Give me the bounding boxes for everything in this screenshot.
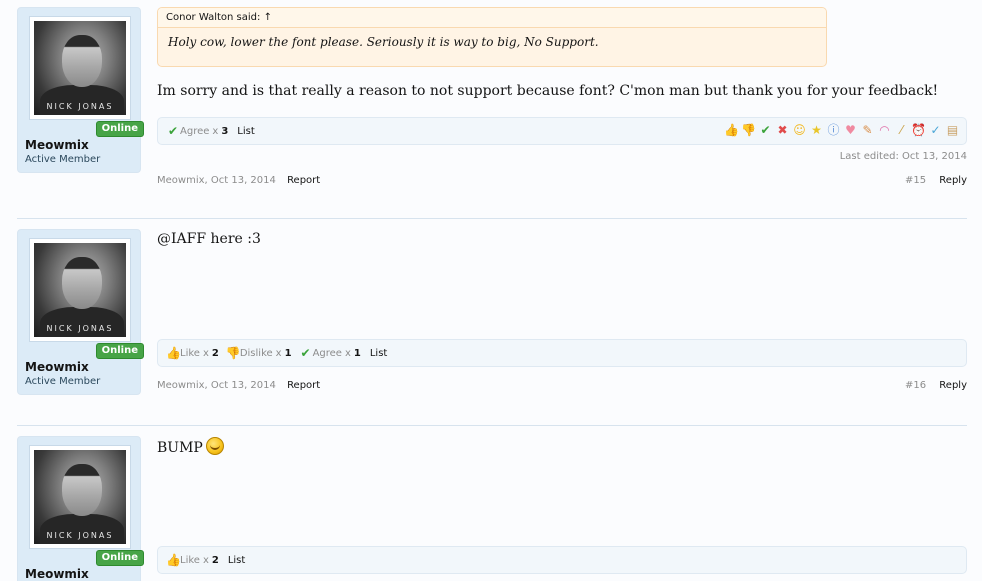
ratings-bar: 👍 Like x 2 List xyxy=(157,546,967,574)
disagree-icon[interactable]: ✖ xyxy=(775,123,790,138)
online-badge: Online xyxy=(95,121,144,137)
author-link[interactable]: Meowmix xyxy=(157,175,205,186)
like-icon[interactable]: 👍 xyxy=(724,123,739,138)
agree-icon: ✔ xyxy=(300,346,311,360)
rating-like: 👍 Like x 2 xyxy=(166,553,219,567)
post-divider xyxy=(17,425,967,426)
quote-attribution[interactable]: Conor Walton said: ↑ xyxy=(158,8,826,28)
rating-agree: ✔ Agree x 1 xyxy=(300,346,361,360)
ratings-list-link[interactable]: List xyxy=(228,555,245,566)
online-badge: Online xyxy=(95,550,144,566)
report-link[interactable]: Report xyxy=(287,380,320,391)
avatar-caption: NICK JONAS xyxy=(46,531,114,540)
post-number-link[interactable]: #15 xyxy=(905,175,926,186)
avatar[interactable]: NICK JONAS xyxy=(29,16,131,120)
like-icon: 👍 xyxy=(166,346,181,360)
ratings-bar: ✔ Agree x 3 List 👍 👎 ✔ ✖ ☺ ★ ⓘ ♥ ✎ ◠ ⁄ ⏰… xyxy=(157,117,967,145)
avatar-caption: NICK JONAS xyxy=(46,324,114,333)
spelling-icon[interactable]: ✓ xyxy=(928,123,943,138)
ratings-bar: 👍 Like x 2 👎 Dislike x 1 ✔ Agree x 1 Lis… xyxy=(157,339,967,367)
friendly-icon[interactable]: ♥ xyxy=(843,123,858,138)
rating-dislike: 👎 Dislike x 1 xyxy=(225,346,292,360)
online-badge: Online xyxy=(95,343,144,359)
reply-link[interactable]: Reply xyxy=(939,380,967,391)
dislike-icon: 👎 xyxy=(225,346,241,360)
user-title: Active Member xyxy=(25,376,101,387)
username-link[interactable]: Meowmix xyxy=(25,567,89,581)
user-block: NICK JONAS Online Meowmix Active Member xyxy=(17,229,144,395)
avatar[interactable]: NICK JONAS xyxy=(29,238,131,342)
message-text: Im sorry and is that really a reason to … xyxy=(157,83,939,99)
rating-like: 👍 Like x 2 xyxy=(166,346,219,360)
post-meta: Meowmix, Oct 13, 2014 Report #15 Reply xyxy=(157,175,967,186)
ratings-list-link[interactable]: List xyxy=(370,348,387,359)
useful-icon[interactable]: ✎ xyxy=(860,123,875,138)
agree-icon: ✔ xyxy=(167,124,179,138)
username-link[interactable]: Meowmix xyxy=(25,138,89,152)
late-icon[interactable]: ⏰ xyxy=(911,123,926,138)
last-edited: Last edited: Oct 13, 2014 xyxy=(839,151,967,162)
post-divider xyxy=(17,218,967,219)
message-text: BUMP xyxy=(157,437,224,456)
rate-icons: 👍 👎 ✔ ✖ ☺ ★ ⓘ ♥ ✎ ◠ ⁄ ⏰ ✓ ▤ xyxy=(724,123,960,138)
ratings-list-link[interactable]: List xyxy=(237,126,254,137)
user-block: NICK JONAS Online Meowmix Active Member xyxy=(17,7,144,173)
message-body: BUMP xyxy=(157,440,203,456)
box-icon[interactable]: ▤ xyxy=(945,123,960,138)
informative-icon[interactable]: ⓘ xyxy=(826,123,841,138)
report-link[interactable]: Report xyxy=(287,175,320,186)
quote-block: Conor Walton said: ↑ Holy cow, lower the… xyxy=(157,7,827,67)
user-title: Active Member xyxy=(25,154,101,165)
avatar[interactable]: NICK JONAS xyxy=(29,445,131,549)
user-block: NICK JONAS Online Meowmix xyxy=(17,436,144,581)
agree-icon[interactable]: ✔ xyxy=(758,123,773,138)
smile-emoticon-icon xyxy=(205,437,224,455)
reply-link[interactable]: Reply xyxy=(939,175,967,186)
creative-icon[interactable]: ◠ xyxy=(877,123,892,138)
like-icon: 👍 xyxy=(166,553,181,567)
post-date[interactable]: Oct 13, 2014 xyxy=(211,380,276,391)
avatar-caption: NICK JONAS xyxy=(46,102,114,111)
post-meta: Meowmix, Oct 13, 2014 Report #16 Reply xyxy=(157,380,967,391)
username-link[interactable]: Meowmix xyxy=(25,360,89,374)
post-date[interactable]: Oct 13, 2014 xyxy=(211,175,276,186)
winner-icon[interactable]: ★ xyxy=(809,123,824,138)
optimistic-icon[interactable]: ⁄ xyxy=(894,123,909,138)
message-text: @IAFF here :3 xyxy=(157,231,261,247)
rating-agree: ✔ Agree x 3 xyxy=(167,124,229,138)
author-link[interactable]: Meowmix xyxy=(157,380,205,391)
post-number-link[interactable]: #16 xyxy=(905,380,926,391)
funny-icon[interactable]: ☺ xyxy=(792,123,807,138)
quote-text: Holy cow, lower the font please. Serious… xyxy=(168,35,599,49)
dislike-icon[interactable]: 👎 xyxy=(741,123,756,138)
